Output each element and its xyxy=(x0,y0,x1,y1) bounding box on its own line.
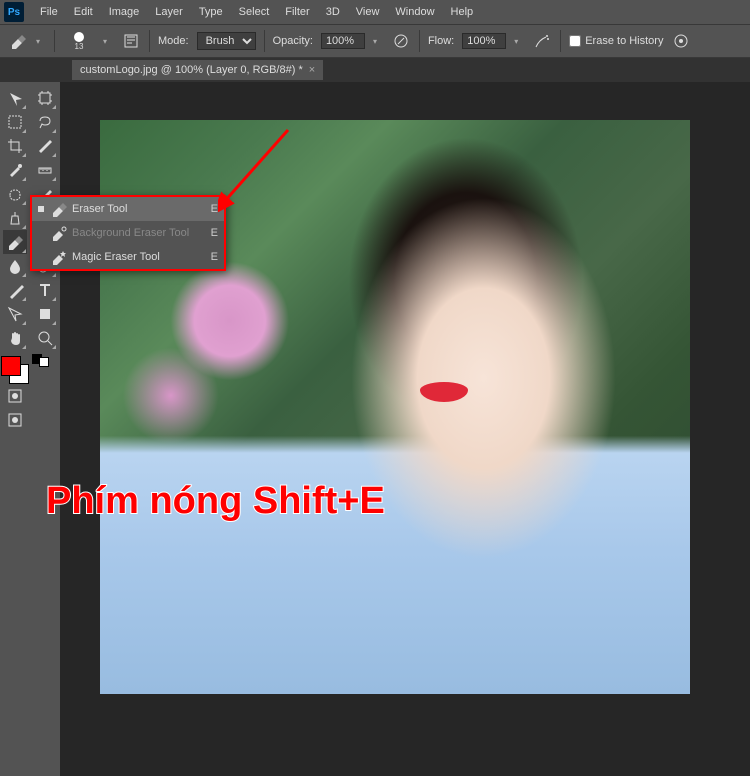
chevron-down-icon[interactable]: ▾ xyxy=(36,37,46,46)
menu-filter[interactable]: Filter xyxy=(277,6,317,18)
document-tab[interactable]: customLogo.jpg @ 100% (Layer 0, RGB/8#) … xyxy=(72,60,323,80)
erase-history-label: Erase to History xyxy=(585,35,663,47)
tool-ruler[interactable] xyxy=(33,158,57,182)
tool-artboard[interactable] xyxy=(33,86,57,110)
tool-zoom[interactable] xyxy=(33,326,57,350)
chevron-down-icon[interactable]: ▾ xyxy=(373,37,383,46)
tool-move[interactable] xyxy=(3,86,27,110)
menu-edit[interactable]: Edit xyxy=(66,6,101,18)
flyout-shortcut: E xyxy=(211,251,218,263)
color-swatch[interactable] xyxy=(1,356,29,384)
options-bar: ▾ 13 ▾ Mode: Brush Opacity: 100% ▾ Flow:… xyxy=(0,24,750,58)
flyout-item-bg-eraser[interactable]: Background Eraser ToolE xyxy=(32,221,224,245)
brush-size-label: 13 xyxy=(75,42,84,51)
airbrush-icon[interactable] xyxy=(532,31,552,51)
pressure-opacity-icon[interactable] xyxy=(391,31,411,51)
tool-crop[interactable] xyxy=(3,134,27,158)
eraser-tool-icon[interactable] xyxy=(8,31,28,51)
flyout-label: Eraser Tool xyxy=(72,203,211,215)
flyout-label: Magic Eraser Tool xyxy=(72,251,211,263)
chevron-down-icon[interactable]: ▾ xyxy=(103,37,113,46)
menubar: Ps FileEditImageLayerTypeSelectFilter3DV… xyxy=(0,0,750,24)
tool-type[interactable] xyxy=(33,278,57,302)
flow-input[interactable]: 100% xyxy=(462,33,506,49)
chevron-down-icon[interactable]: ▾ xyxy=(514,37,524,46)
flyout-item-magic-eraser[interactable]: Magic Eraser ToolE xyxy=(32,245,224,269)
tool-lasso[interactable] xyxy=(33,110,57,134)
document-tabbar: customLogo.jpg @ 100% (Layer 0, RGB/8#) … xyxy=(0,58,750,82)
annotation-caption: Phím nóng Shift+E xyxy=(46,480,385,523)
flyout-label: Background Eraser Tool xyxy=(72,227,211,239)
tool-eraser[interactable] xyxy=(3,230,27,254)
mode-select[interactable]: Brush xyxy=(197,32,256,50)
menu-window[interactable]: Window xyxy=(387,6,442,18)
menu-layer[interactable]: Layer xyxy=(147,6,191,18)
flyout-item-eraser[interactable]: Eraser ToolE xyxy=(32,197,224,221)
toolbar-col-left xyxy=(0,82,30,776)
document-title: customLogo.jpg @ 100% (Layer 0, RGB/8#) … xyxy=(80,64,303,76)
toolbar-col-right xyxy=(30,82,60,776)
menu-help[interactable]: Help xyxy=(443,6,482,18)
menu-type[interactable]: Type xyxy=(191,6,231,18)
tool-pen[interactable] xyxy=(3,278,27,302)
tool-clone[interactable] xyxy=(3,206,27,230)
app-logo: Ps xyxy=(4,2,24,22)
menu-select[interactable]: Select xyxy=(231,6,278,18)
tool-shape[interactable] xyxy=(33,302,57,326)
menu-image[interactable]: Image xyxy=(101,6,148,18)
flow-label: Flow: xyxy=(428,35,454,47)
tool-marquee[interactable] xyxy=(3,110,27,134)
eraser-icon xyxy=(50,200,68,218)
tool-eyedropper[interactable] xyxy=(3,158,27,182)
brush-panel-icon[interactable] xyxy=(121,31,141,51)
tool-slice[interactable] xyxy=(33,134,57,158)
tool-quickmask[interactable] xyxy=(3,384,27,408)
tool-path-sel[interactable] xyxy=(3,302,27,326)
pressure-size-icon[interactable] xyxy=(671,31,691,51)
flyout-shortcut: E xyxy=(211,203,218,215)
bg-eraser-icon xyxy=(50,224,68,242)
menu-file[interactable]: File xyxy=(32,6,66,18)
flyout-shortcut: E xyxy=(211,227,218,239)
opacity-label: Opacity: xyxy=(273,35,313,47)
tool-hand[interactable] xyxy=(3,326,27,350)
erase-history-input[interactable] xyxy=(569,35,581,47)
default-colors-icon[interactable] xyxy=(32,354,58,368)
close-icon[interactable]: × xyxy=(309,64,315,76)
mode-label: Mode: xyxy=(158,35,189,47)
opacity-input[interactable]: 100% xyxy=(321,33,365,49)
menu-view[interactable]: View xyxy=(348,6,388,18)
brush-preset-picker[interactable]: 13 xyxy=(63,25,95,57)
tool-blur[interactable] xyxy=(3,254,27,278)
tool-screenmode[interactable] xyxy=(3,408,27,432)
eraser-tool-flyout: Eraser ToolEBackground Eraser ToolEMagic… xyxy=(30,195,226,271)
magic-eraser-icon xyxy=(50,248,68,266)
menu-3d[interactable]: 3D xyxy=(318,6,348,18)
tool-patch[interactable] xyxy=(3,182,27,206)
erase-to-history-checkbox[interactable]: Erase to History xyxy=(569,35,663,47)
